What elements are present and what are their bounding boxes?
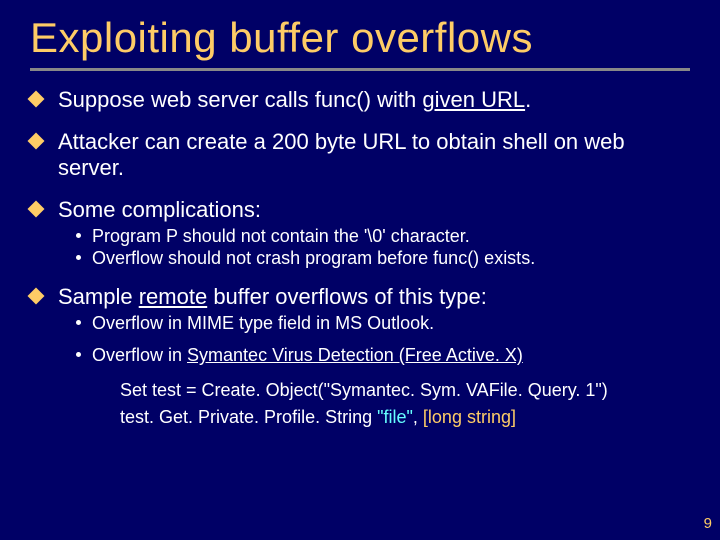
dot-icon <box>76 255 81 260</box>
sub-item: Program P should not contain the '\0' ch… <box>76 225 690 248</box>
code-text: test. Get. Private. Profile. String <box>120 407 377 427</box>
sub-list: Program P should not contain the '\0' ch… <box>76 225 690 270</box>
code-placeholder: [long string] <box>423 407 516 427</box>
bullet-item: Sample remote buffer overflows of this t… <box>30 284 690 367</box>
bullet-item: Some complications: Program P should not… <box>30 197 690 270</box>
sub-text: Overflow in <box>92 345 187 365</box>
dot-icon <box>76 320 81 325</box>
sub-text: Program P should not contain the '\0' ch… <box>92 226 470 246</box>
code-text: , <box>413 407 423 427</box>
title-underline <box>30 68 690 71</box>
bullet-list: Suppose web server calls func() with giv… <box>30 87 690 367</box>
bullet-text: Some complications: <box>58 197 261 222</box>
page-title: Exploiting buffer overflows <box>30 14 690 62</box>
diamond-icon <box>28 91 45 108</box>
slide: Exploiting buffer overflows Suppose web … <box>0 0 720 540</box>
code-line: test. Get. Private. Profile. String "fil… <box>120 404 690 431</box>
bullet-text: Sample <box>58 284 139 309</box>
bullet-item: Attacker can create a 200 byte URL to ob… <box>30 129 690 181</box>
bullet-text: buffer overflows of this type: <box>207 284 487 309</box>
sub-text: Overflow should not crash program before… <box>92 248 535 268</box>
diamond-icon <box>28 287 45 304</box>
sub-item: Overflow should not crash program before… <box>76 247 690 270</box>
diamond-icon <box>28 132 45 149</box>
link-remote[interactable]: remote <box>139 284 207 309</box>
bullet-text: Suppose web server calls func() with <box>58 87 422 112</box>
sub-list: Overflow in MIME type field in MS Outloo… <box>76 312 690 367</box>
dot-icon <box>76 233 81 238</box>
bullet-text: Attacker can create a 200 byte URL to ob… <box>58 129 625 180</box>
bullet-text: . <box>525 87 531 112</box>
link-given-url[interactable]: given URL <box>422 87 525 112</box>
code-line: Set test = Create. Object("Symantec. Sym… <box>120 377 690 404</box>
page-number: 9 <box>704 515 712 532</box>
link-symantec[interactable]: Symantec Virus Detection (Free Active. X… <box>187 345 523 365</box>
diamond-icon <box>28 200 45 217</box>
code-string: "file" <box>377 407 413 427</box>
bullet-item: Suppose web server calls func() with giv… <box>30 87 690 113</box>
dot-icon <box>76 352 81 357</box>
sub-item: Overflow in Symantec Virus Detection (Fr… <box>76 344 690 367</box>
code-block: Set test = Create. Object("Symantec. Sym… <box>120 377 690 431</box>
sub-text: Overflow in MIME type field in MS Outloo… <box>92 313 434 333</box>
sub-item: Overflow in MIME type field in MS Outloo… <box>76 312 690 335</box>
